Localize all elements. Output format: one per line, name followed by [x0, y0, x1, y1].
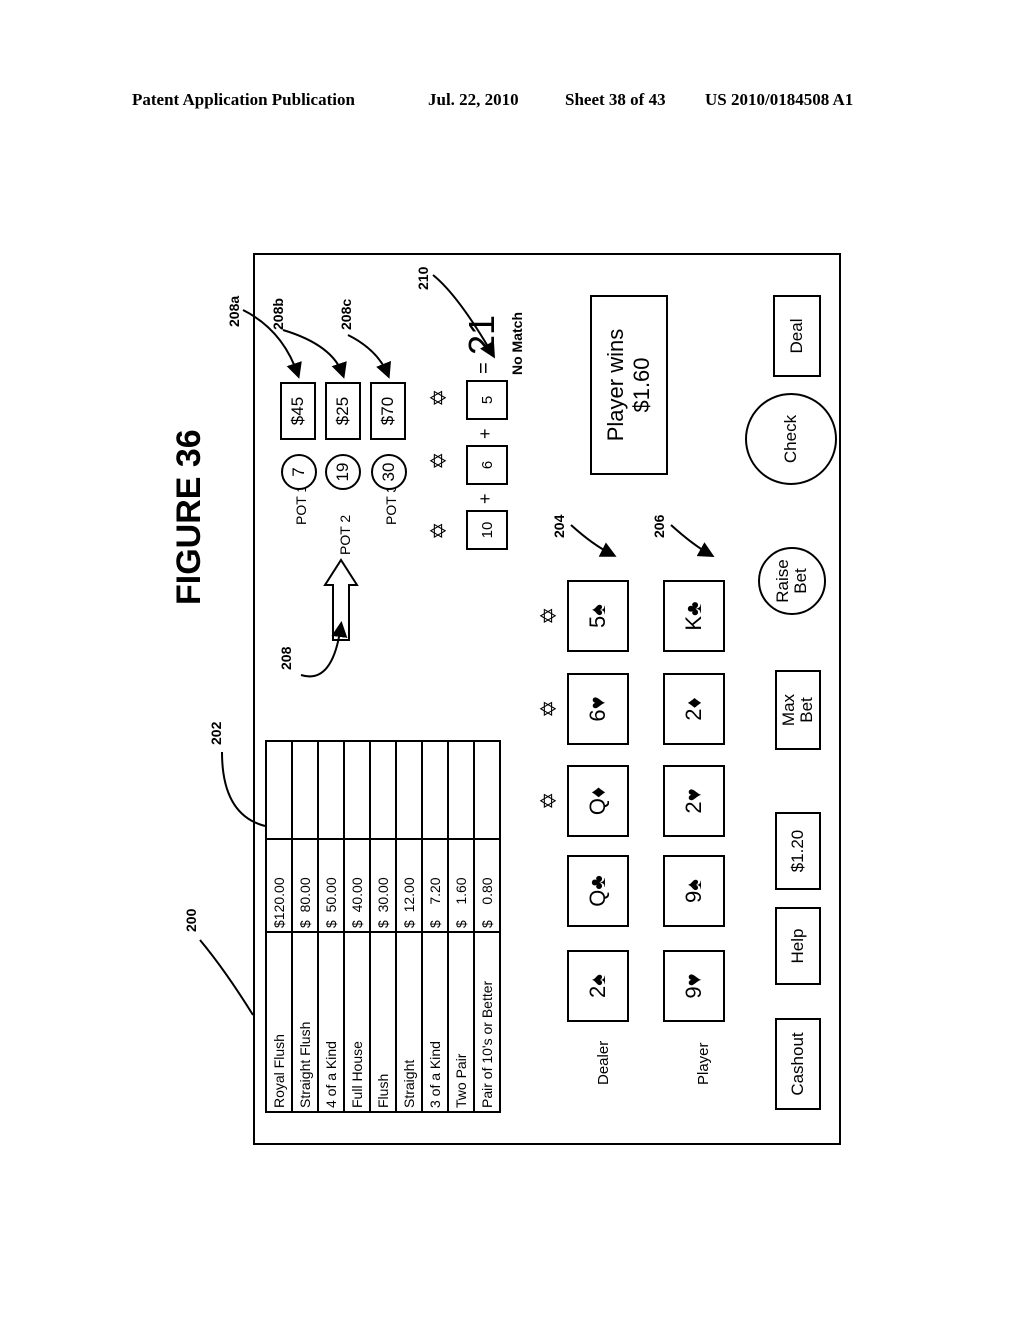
plus-sign: + [475, 428, 495, 439]
sum-value-3: 5 [466, 380, 508, 420]
sum-value-2: 6 [466, 445, 508, 485]
star-icon: ✡ [426, 388, 451, 407]
match-result: No Match [509, 312, 525, 375]
leader-200 [199, 939, 254, 1016]
game-screen: Royal Flush $120.00 Straight Flush $ 80.00 4… [242, 253, 841, 1145]
plus-sign: + [475, 493, 495, 504]
star-icon: ✡ [426, 451, 451, 470]
star-icon: ✡ [426, 521, 451, 540]
equals-sign: = [473, 362, 495, 374]
sum-total: 21 [461, 314, 502, 355]
sum-value-1: 10 [466, 510, 508, 550]
pot-pointer-arrow-icon [242, 274, 715, 678]
